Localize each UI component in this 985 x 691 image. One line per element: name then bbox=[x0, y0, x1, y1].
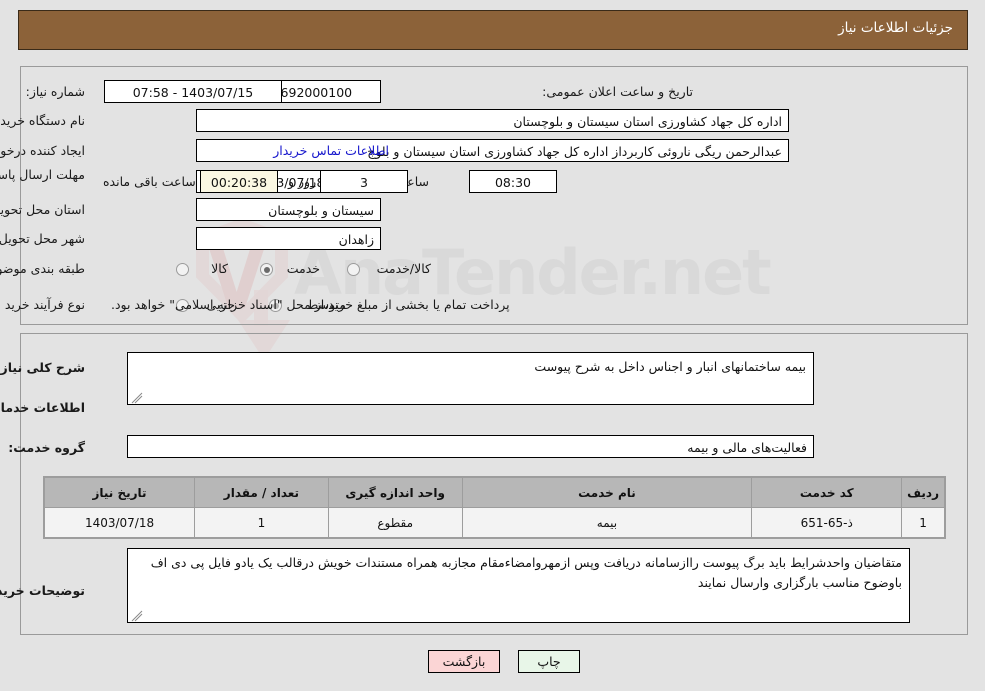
need-summary-panel bbox=[20, 66, 968, 325]
buyer-org-value: اداره کل جهاد کشاورزی استان سیستان و بلو… bbox=[196, 109, 789, 132]
deadline-days-value: 3 bbox=[320, 170, 408, 193]
radio-category-kala-label: کالا bbox=[211, 261, 228, 276]
resize-grip-icon[interactable] bbox=[131, 390, 143, 404]
buyer-org-label: نام دستگاه خریدار: bbox=[0, 113, 85, 128]
needs-table-wrapper: ردیف کد خدمت نام خدمت واحد اندازه گیری ت… bbox=[43, 476, 946, 539]
radio-category-khedmat[interactable] bbox=[260, 263, 273, 276]
resize-grip-icon-notes[interactable] bbox=[131, 608, 143, 622]
general-description-text: بیمه ساختمانهای انبار و اجناس داخل به شر… bbox=[534, 359, 806, 374]
subject-category-label: طبقه بندی موضوعی: bbox=[0, 261, 85, 276]
radio-category-khedmat-label: خدمت bbox=[286, 261, 320, 276]
delivery-city-label: شهر محل تحویل: bbox=[0, 231, 85, 246]
radio-category-kala[interactable] bbox=[176, 263, 189, 276]
deadline-countdown-label: ساعت باقی مانده bbox=[103, 174, 196, 189]
cell-service-name: بیمه bbox=[461, 507, 753, 538]
delivery-province-value: سیستان و بلوچستان bbox=[196, 198, 381, 221]
general-description-label: شرح کلی نیاز: bbox=[0, 360, 85, 375]
buyer-notes-text: متقاضیان واحدشرایط باید برگ پیوست راازسا… bbox=[150, 555, 902, 590]
deadline-countdown-value: 00:20:38 bbox=[200, 170, 278, 193]
th-service-name: نام خدمت bbox=[461, 477, 753, 508]
th-unit: واحد اندازه گیری bbox=[327, 477, 463, 508]
cell-service-code: ذ-65-651 bbox=[751, 507, 903, 538]
delivery-province-label: استان محل تحویل: bbox=[0, 202, 85, 217]
purchase-process-label: نوع فرآیند خرید : bbox=[0, 297, 85, 312]
back-button[interactable]: بازگشت bbox=[428, 650, 500, 673]
buyer-notes-value[interactable]: متقاضیان واحدشرایط باید برگ پیوست راازسا… bbox=[127, 548, 910, 623]
needs-table: ردیف کد خدمت نام خدمت واحد اندازه گیری ت… bbox=[43, 477, 945, 538]
buyer-contact-link[interactable]: اطلاعات تماس خریدار bbox=[273, 143, 389, 158]
radio-category-kala-khedmat-label: کالا/خدمت bbox=[376, 261, 431, 276]
th-need-date: تاریخ نیاز bbox=[43, 477, 196, 508]
radio-category-kala-khedmat[interactable] bbox=[347, 263, 360, 276]
cell-row-no: 1 bbox=[901, 507, 945, 538]
services-heading: اطلاعات خدمات مورد نیاز bbox=[0, 400, 85, 415]
th-service-code: کد خدمت bbox=[751, 477, 903, 508]
cell-need-date: 1403/07/18 bbox=[43, 507, 196, 538]
deadline-days-label: روز و bbox=[288, 174, 317, 189]
general-description-value[interactable]: بیمه ساختمانهای انبار و اجناس داخل به شر… bbox=[127, 352, 814, 405]
delivery-city-value: زاهدان bbox=[196, 227, 381, 250]
public-announce-value: 1403/07/15 - 07:58 bbox=[104, 80, 282, 103]
page-root: جزئیات اطلاعات نیاز V AnaTender.net شمار… bbox=[0, 0, 985, 691]
print-button[interactable]: چاپ bbox=[518, 650, 580, 673]
deadline-time-value: 08:30 bbox=[469, 170, 557, 193]
table-row: 1 ذ-65-651 بیمه مقطوع 1 1403/07/18 bbox=[43, 507, 945, 538]
public-announce-label: تاریخ و ساعت اعلان عمومی: bbox=[542, 84, 693, 99]
treasury-bond-note: پرداخت تمام یا بخشی از مبلغ خرید،از محل … bbox=[111, 297, 510, 312]
deadline-label: مهلت ارسال پاسخ: تا تاریخ: bbox=[0, 167, 85, 182]
th-row-no: ردیف bbox=[901, 477, 945, 508]
buyer-notes-label: توضیحات خریدار: bbox=[0, 583, 85, 598]
cell-unit: مقطوع bbox=[327, 507, 463, 538]
request-creator-label: ایجاد کننده درخواست: bbox=[0, 143, 85, 158]
cell-quantity: 1 bbox=[194, 507, 329, 538]
service-group-label: گروه خدمت: bbox=[8, 440, 85, 455]
page-title: جزئیات اطلاعات نیاز bbox=[838, 20, 953, 36]
table-header-row: ردیف کد خدمت نام خدمت واحد اندازه گیری ت… bbox=[43, 477, 945, 508]
page-header: جزئیات اطلاعات نیاز bbox=[18, 10, 968, 50]
need-number-label: شماره نیاز: bbox=[25, 84, 85, 99]
th-quantity: تعداد / مقدار bbox=[194, 477, 329, 508]
service-group-value: فعالیت‌های مالی و بیمه bbox=[127, 435, 814, 458]
